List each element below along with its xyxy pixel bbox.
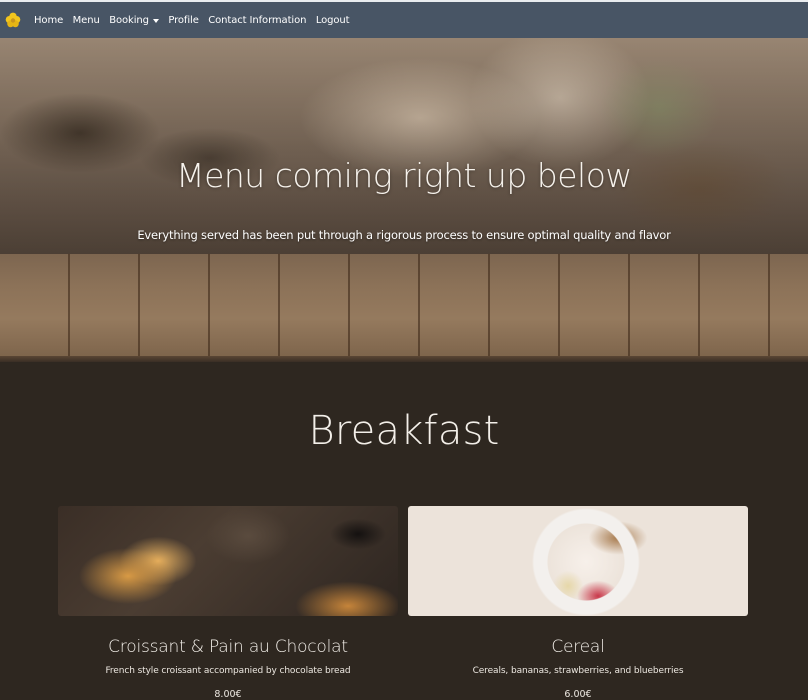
hero-banner: Menu coming right up below Everything se…	[0, 38, 808, 362]
wooden-table-image	[0, 254, 808, 362]
section-title-breakfast: Breakfast	[308, 408, 500, 454]
cereal-bowl-photo	[408, 506, 748, 616]
nav-item-contact-information[interactable]: Contact Information	[208, 15, 306, 26]
menu-item-description: French style croissant accompanied by ch…	[105, 666, 351, 676]
nav-menu: Home Menu Booking Profile Contact Inform…	[34, 15, 359, 26]
nav-item-label: Home	[34, 14, 64, 26]
menu-item-description: Cereals, bananas, strawberries, and blue…	[472, 666, 684, 676]
nav-item-profile[interactable]: Profile	[168, 14, 199, 26]
nav-item-label: Booking	[109, 14, 149, 26]
nav-item-booking-dropdown[interactable]: Booking	[109, 15, 159, 26]
nav-item-label: Contact Information	[208, 14, 307, 26]
menu-item-name: Croissant & Pain au Chocolat	[108, 637, 348, 657]
brand-logo-icon[interactable]	[5, 12, 21, 28]
nav-item-label: Profile	[168, 14, 199, 26]
nav-item-home[interactable]: Home	[34, 15, 63, 26]
nav-item-label: Menu	[72, 14, 100, 26]
hero-overlay	[0, 38, 808, 254]
menu-card-cereal: Cereal Cereals, bananas, strawberries, a…	[408, 506, 748, 700]
caret-down-icon	[152, 18, 159, 23]
nav-item-menu[interactable]: Menu	[73, 15, 100, 26]
hero-title: Menu coming right up below	[176, 156, 632, 195]
menu-item-name: Cereal	[551, 637, 605, 657]
nav-item-label: Logout	[315, 14, 350, 26]
nav-item-logout[interactable]: Logout	[316, 15, 350, 26]
table-edge	[0, 356, 808, 362]
croissant-photo	[58, 506, 398, 616]
menu-card-croissant: Croissant & Pain au Chocolat French styl…	[58, 506, 398, 700]
hero-subtitle: Everything served has been put through a…	[137, 228, 671, 242]
navbar: Home Menu Booking Profile Contact Inform…	[0, 0, 808, 38]
